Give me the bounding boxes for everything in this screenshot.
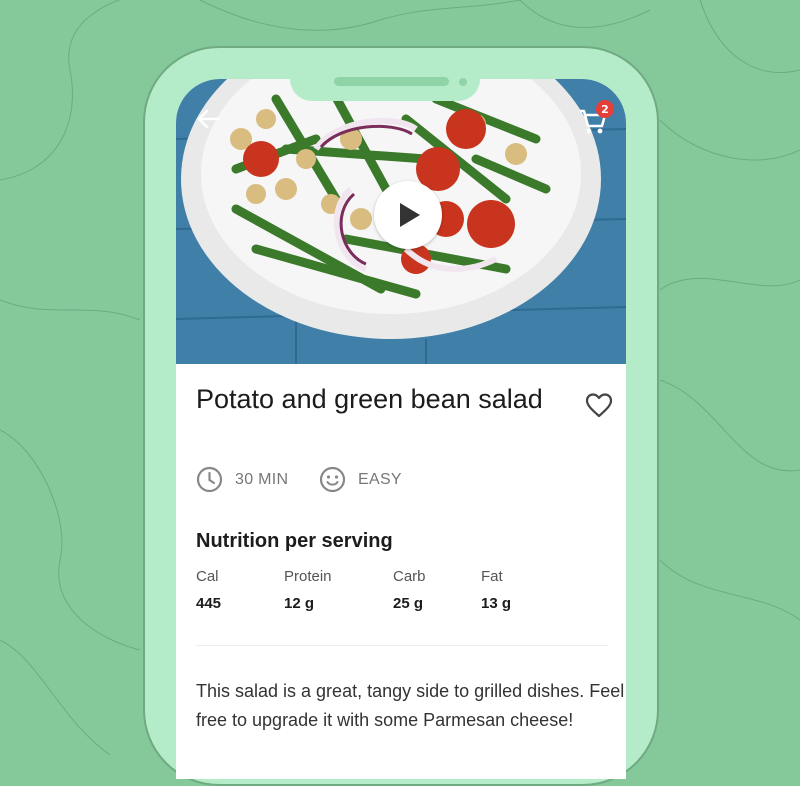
- nutrition-item-protein: Protein 12 g: [284, 568, 332, 612]
- heart-icon: [585, 393, 613, 418]
- nutrition-item-cal: Cal 445: [196, 568, 221, 612]
- section-divider: [196, 645, 608, 646]
- phone-speaker: [334, 77, 449, 86]
- recipe-title: Potato and green bean salad: [196, 384, 543, 414]
- nutrition-value: 12 g: [284, 595, 315, 612]
- nutrition-label: Fat: [481, 568, 503, 585]
- nutrition-value: 25 g: [393, 595, 424, 612]
- nutrition-item-carb: Carb 25 g: [393, 568, 426, 612]
- difficulty: EASY: [319, 466, 402, 493]
- back-arrow-icon: [197, 109, 220, 129]
- cook-time: 30 MIN: [196, 466, 288, 493]
- nutrition-label: Protein: [284, 568, 332, 585]
- difficulty-label: EASY: [358, 470, 402, 488]
- nutrition-label: Cal: [196, 568, 219, 585]
- cook-time-label: 30 MIN: [235, 470, 289, 488]
- phone-camera: [459, 78, 467, 86]
- recipe-description: This salad is a great, tangy side to gri…: [196, 681, 625, 730]
- nutrition-value: 13 g: [481, 595, 512, 612]
- clock-icon: [196, 466, 223, 493]
- nutrition-heading: Nutrition per serving: [196, 530, 393, 552]
- cart-count-badge: 2: [596, 100, 614, 118]
- favorite-button[interactable]: [585, 392, 613, 420]
- play-video-button[interactable]: [374, 181, 442, 249]
- nutrition-label: Carb: [393, 568, 426, 585]
- nutrition-item-fat: Fat 13 g: [481, 568, 511, 612]
- smiley-icon: [319, 466, 346, 493]
- play-icon: [400, 203, 420, 227]
- back-button[interactable]: [196, 108, 220, 130]
- nutrition-value: 445: [196, 595, 222, 612]
